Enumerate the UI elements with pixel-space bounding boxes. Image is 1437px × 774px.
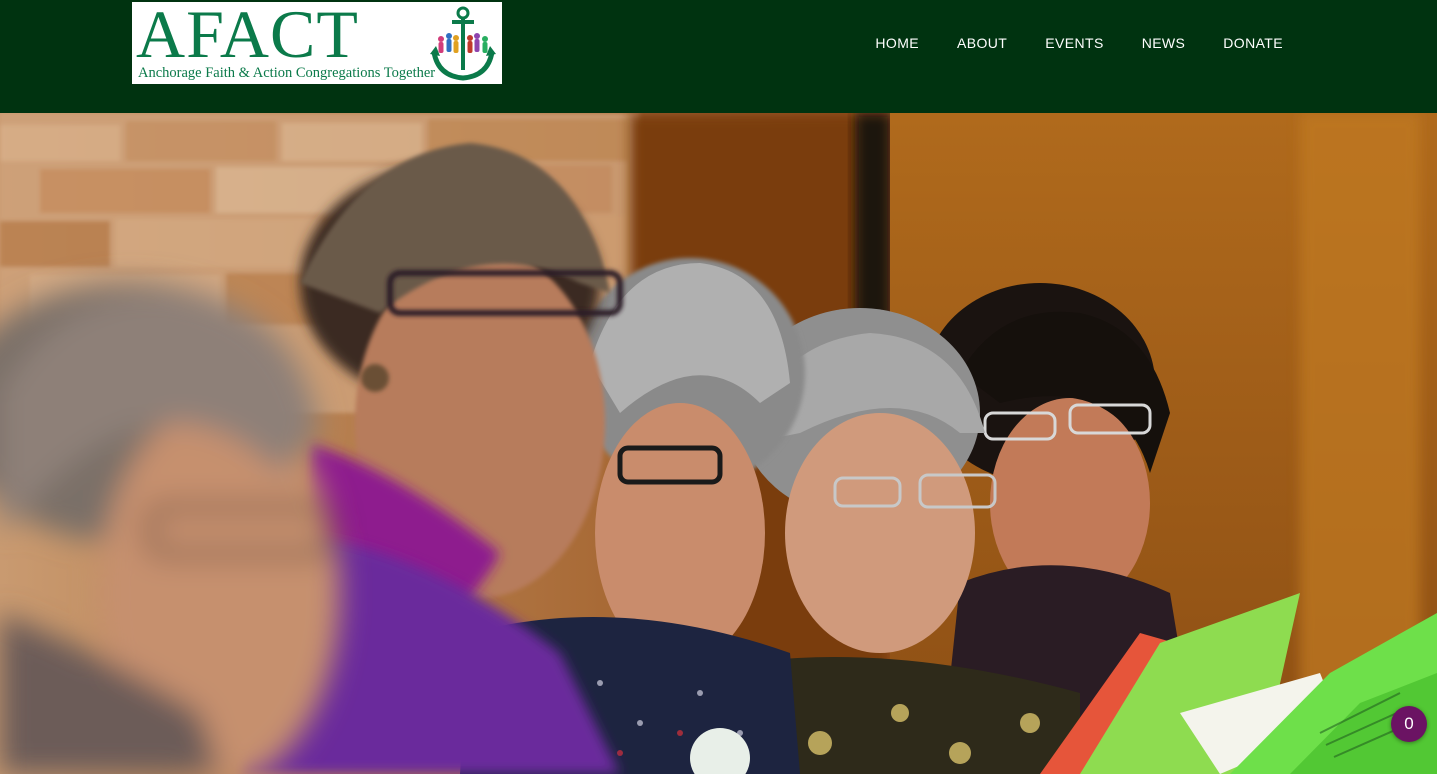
site-header: AFACT Anchorage Faith & Action Congregat… <box>0 0 1437 113</box>
counter-badge[interactable]: 0 <box>1391 706 1427 742</box>
hero-photo-illustration <box>0 113 1437 774</box>
anchor-with-people-icon <box>430 6 496 81</box>
nav-about[interactable]: ABOUT <box>938 33 1026 53</box>
logo-wordmark: AFACT <box>136 2 359 72</box>
nav-donate[interactable]: DONATE <box>1204 33 1283 53</box>
nav-news[interactable]: NEWS <box>1123 33 1205 53</box>
logo-tagline: Anchorage Faith & Action Congregations T… <box>138 65 436 81</box>
nav-home[interactable]: HOME <box>856 33 938 53</box>
main-nav: HOME ABOUT EVENTS NEWS DONATE <box>856 33 1283 53</box>
hero-image <box>0 113 1437 774</box>
nav-events[interactable]: EVENTS <box>1026 33 1122 53</box>
site-logo[interactable]: AFACT Anchorage Faith & Action Congregat… <box>132 2 502 84</box>
